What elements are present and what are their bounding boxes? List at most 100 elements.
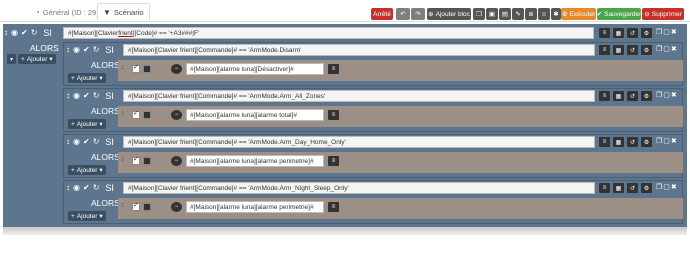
refresh-icon[interactable]: ↻ <box>93 183 100 192</box>
copy-button[interactable]: ❐ <box>473 8 485 20</box>
history-icon[interactable]: ↺ <box>627 137 638 147</box>
refresh-icon[interactable]: ↻ <box>93 45 100 54</box>
parallel-checkbox[interactable] <box>143 157 151 165</box>
move-icon[interactable]: ↕ <box>4 28 8 37</box>
eye-icon[interactable]: ◉ <box>73 183 80 192</box>
block4-ajouter-button[interactable]: + Ajouter ▾ <box>68 211 106 221</box>
edit-button[interactable]: ✎ <box>512 8 524 20</box>
eye-icon[interactable]: ◉ <box>11 28 18 37</box>
move-icon[interactable]: ↕ <box>66 137 70 146</box>
check-icon[interactable]: ✔ <box>21 28 28 37</box>
history-icon[interactable]: ↺ <box>627 91 638 101</box>
outer-ajouter-button[interactable]: + Ajouter ▾ <box>18 54 56 64</box>
gear-button[interactable]: ✱ <box>551 8 561 20</box>
code-icon[interactable]: ▦ <box>613 45 624 55</box>
block3-action-command[interactable]: #[Maison][alarme luna][alarme perimetrie… <box>186 155 324 167</box>
check-icon[interactable]: ✔ <box>83 137 90 146</box>
code-icon[interactable]: ▦ <box>613 137 624 147</box>
block1-action-command[interactable]: #[Maison][alarme luna][Désactiver]# <box>186 63 324 75</box>
paste-icon[interactable]: ▢ <box>663 45 670 53</box>
remove-action-icon[interactable]: − <box>171 64 182 74</box>
list-icon[interactable]: ≡ <box>328 156 339 166</box>
tab-general[interactable]: ◔ Général (ID : 29) <box>30 3 104 21</box>
redo-button[interactable]: ↷ <box>411 8 425 20</box>
list-icon[interactable]: ≡ <box>599 137 610 147</box>
list-icon[interactable]: ≡ <box>328 202 339 212</box>
add-block-button[interactable]: ⊕ Ajouter bloc <box>427 8 471 20</box>
parallel-checkbox[interactable] <box>143 203 151 211</box>
settings-icon[interactable]: ⚙ <box>641 45 652 55</box>
block2-action-command[interactable]: #[Maison][alarme luna][alarme total]# <box>186 109 324 121</box>
delete-icon[interactable]: ✖ <box>671 45 677 53</box>
move-icon[interactable]: ↕ <box>66 183 70 192</box>
list-icon[interactable]: ≡ <box>599 91 610 101</box>
block3-condition[interactable]: #[Maison][Clavier frient][Commande]# == … <box>123 136 595 148</box>
drag-handle-icon[interactable]: ↕ <box>121 202 125 209</box>
eye-icon[interactable]: ◉ <box>73 91 80 100</box>
check-icon[interactable]: ✔ <box>83 45 90 54</box>
eye-icon[interactable]: ◉ <box>73 45 80 54</box>
history-icon[interactable]: ↺ <box>627 183 638 193</box>
save-button[interactable]: ✔ Sauvegarder <box>597 8 641 20</box>
drag-handle-icon[interactable]: ↕ <box>121 156 125 163</box>
delete-icon[interactable]: ✖ <box>671 137 677 145</box>
undo-button[interactable]: ↶ <box>396 8 410 20</box>
delete-icon[interactable]: ✖ <box>671 28 677 36</box>
check-icon[interactable]: ✔ <box>83 183 90 192</box>
move-icon[interactable]: ↕ <box>66 91 70 100</box>
outer-cond-list-icon[interactable]: ≡ <box>599 28 610 38</box>
tab-scenario[interactable]: ▼ Scénario <box>97 3 150 21</box>
file-button[interactable]: ▤ <box>499 8 511 20</box>
log-button[interactable]: ≣ <box>525 8 537 20</box>
parallel-checkbox[interactable] <box>143 111 151 119</box>
outer-cond-code-icon[interactable]: ▦ <box>613 28 624 38</box>
outer-cond-settings-icon[interactable]: ⚙ <box>641 28 652 38</box>
block4-condition[interactable]: #[Maison][Clavier frient][Commande]# == … <box>123 182 595 194</box>
copy-icon[interactable]: ❐ <box>656 91 662 99</box>
outer-cond-history-icon[interactable]: ↺ <box>627 28 638 38</box>
settings-icon[interactable]: ⚙ <box>641 91 652 101</box>
delete-button[interactable]: ⊖ Supprimer <box>642 8 684 20</box>
block4-action-command[interactable]: #[Maison][alarme luna][alarme perimetrie… <box>186 201 324 213</box>
block3-ajouter-button[interactable]: + Ajouter ▾ <box>68 165 106 175</box>
move-icon[interactable]: ↕ <box>66 45 70 54</box>
execute-button[interactable]: ⚙ Exécuter <box>561 8 596 20</box>
delete-icon[interactable]: ✖ <box>671 183 677 191</box>
remove-action-icon[interactable]: − <box>171 202 182 212</box>
copy-icon[interactable]: ❐ <box>656 28 662 36</box>
remove-action-icon[interactable]: − <box>171 110 182 120</box>
refresh-icon[interactable]: ↻ <box>93 91 100 100</box>
paste-icon[interactable]: ▢ <box>663 28 670 36</box>
settings-icon[interactable]: ⚙ <box>641 137 652 147</box>
copy-icon[interactable]: ❐ <box>656 45 662 53</box>
outer-condition[interactable]: #[Maison][Clavier frient][Code]# == '+A3… <box>63 27 594 39</box>
code-icon[interactable]: ▦ <box>613 183 624 193</box>
list-icon[interactable]: ≡ <box>328 110 339 120</box>
refresh-icon[interactable]: ↻ <box>31 28 38 37</box>
list-icon[interactable]: ≡ <box>599 183 610 193</box>
drag-handle-icon[interactable]: ↕ <box>121 64 125 71</box>
settings-icon[interactable]: ⚙ <box>641 183 652 193</box>
paste-icon[interactable]: ▢ <box>663 183 670 191</box>
remove-action-icon[interactable]: − <box>171 156 182 166</box>
check-icon[interactable]: ✔ <box>83 91 90 100</box>
eye-icon[interactable]: ◉ <box>73 137 80 146</box>
block1-ajouter-button[interactable]: + Ajouter ▾ <box>68 73 106 83</box>
users-button[interactable]: ☺ <box>538 8 550 20</box>
copy-icon[interactable]: ❐ <box>656 137 662 145</box>
list-icon[interactable]: ≡ <box>328 64 339 74</box>
history-icon[interactable]: ↺ <box>627 45 638 55</box>
paste-button[interactable]: ▣ <box>486 8 498 20</box>
block2-ajouter-button[interactable]: + Ajouter ▾ <box>68 119 106 129</box>
paste-icon[interactable]: ▢ <box>663 137 670 145</box>
refresh-icon[interactable]: ↻ <box>93 137 100 146</box>
block2-condition[interactable]: #[Maison][Clavier frient][Commande]# == … <box>123 90 595 102</box>
copy-icon[interactable]: ❐ <box>656 183 662 191</box>
delete-icon[interactable]: ✖ <box>671 91 677 99</box>
code-icon[interactable]: ▦ <box>613 91 624 101</box>
drag-handle-icon[interactable]: ↕ <box>121 110 125 117</box>
outer-collapse-toggle[interactable]: ▾ <box>7 54 16 64</box>
block1-condition[interactable]: #[Maison][Clavier frient][Commande]# == … <box>123 44 595 56</box>
list-icon[interactable]: ≡ <box>599 45 610 55</box>
paste-icon[interactable]: ▢ <box>663 91 670 99</box>
